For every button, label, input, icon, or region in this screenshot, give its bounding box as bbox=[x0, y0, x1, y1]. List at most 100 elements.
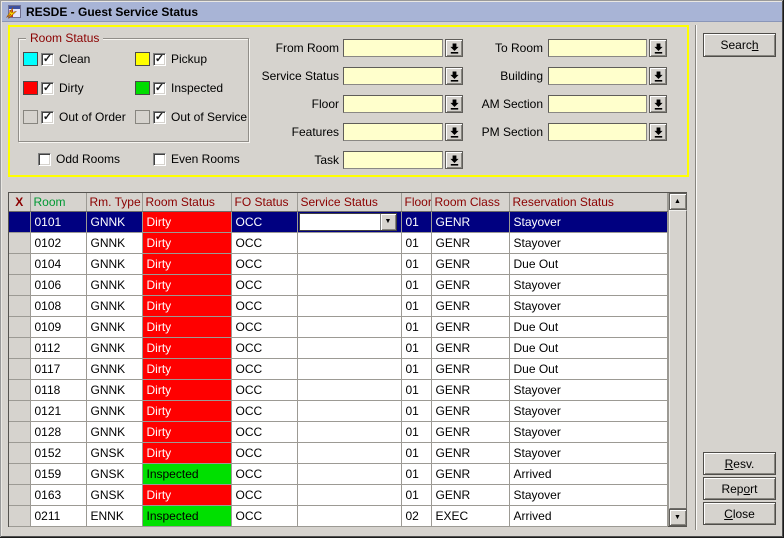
cell-room[interactable]: 0163 bbox=[30, 484, 86, 505]
cell-service-status[interactable] bbox=[297, 484, 401, 505]
cell-floor[interactable]: 01 bbox=[401, 358, 431, 379]
cell-fo-status[interactable]: OCC bbox=[231, 463, 297, 484]
cell-x[interactable] bbox=[9, 295, 30, 316]
pickup-checkbox[interactable]: ✓ bbox=[153, 53, 166, 66]
table-row[interactable]: 0211ENNKInspectedOCC02EXECArrived bbox=[9, 505, 667, 526]
cell-room-status[interactable]: Dirty bbox=[142, 358, 231, 379]
cell-room-class[interactable]: GENR bbox=[431, 463, 509, 484]
cell-room-status[interactable]: Dirty bbox=[142, 421, 231, 442]
table-row[interactable]: 0104GNNKDirtyOCC01GENRDue Out bbox=[9, 253, 667, 274]
cell-x[interactable] bbox=[9, 337, 30, 358]
cell-room-status[interactable]: Dirty bbox=[142, 211, 231, 232]
cell-reservation-status[interactable]: Stayover bbox=[509, 274, 667, 295]
cell-service-status[interactable] bbox=[297, 253, 401, 274]
cell-floor[interactable]: 01 bbox=[401, 400, 431, 421]
table-row[interactable]: 0163GNSKDirtyOCC01GENRStayover bbox=[9, 484, 667, 505]
odd-rooms-checkbox[interactable]: ✓ bbox=[38, 153, 51, 166]
cell-x[interactable] bbox=[9, 505, 30, 526]
am-section-input[interactable] bbox=[548, 95, 647, 113]
cell-fo-status[interactable]: OCC bbox=[231, 337, 297, 358]
cell-floor[interactable]: 01 bbox=[401, 463, 431, 484]
cell-service-status[interactable] bbox=[297, 232, 401, 253]
clean-checkbox[interactable]: ✓ bbox=[41, 53, 54, 66]
cell-reservation-status[interactable]: Stayover bbox=[509, 400, 667, 421]
out-of-order-checkbox[interactable]: ✓ bbox=[41, 111, 54, 124]
cell-room-status[interactable]: Dirty bbox=[142, 253, 231, 274]
cell-rm-type[interactable]: ENNK bbox=[86, 505, 142, 526]
table-row[interactable]: 0101GNNKDirtyOCC▼01GENRStayover bbox=[9, 211, 667, 232]
cell-room[interactable]: 0109 bbox=[30, 316, 86, 337]
cell-fo-status[interactable]: OCC bbox=[231, 211, 297, 232]
scroll-down-icon[interactable]: ▼ bbox=[669, 509, 687, 526]
cell-fo-status[interactable]: OCC bbox=[231, 295, 297, 316]
cell-room-status[interactable]: Dirty bbox=[142, 379, 231, 400]
cell-room-class[interactable]: GENR bbox=[431, 442, 509, 463]
cell-rm-type[interactable]: GNNK bbox=[86, 274, 142, 295]
table-row[interactable]: 0102GNNKDirtyOCC01GENRStayover bbox=[9, 232, 667, 253]
cell-x[interactable] bbox=[9, 421, 30, 442]
cell-room[interactable]: 0121 bbox=[30, 400, 86, 421]
cell-room-status[interactable]: Dirty bbox=[142, 484, 231, 505]
table-row[interactable]: 0106GNNKDirtyOCC01GENRStayover bbox=[9, 274, 667, 295]
cell-room-class[interactable]: GENR bbox=[431, 253, 509, 274]
cell-fo-status[interactable]: OCC bbox=[231, 358, 297, 379]
cell-fo-status[interactable]: OCC bbox=[231, 421, 297, 442]
cell-floor[interactable]: 01 bbox=[401, 211, 431, 232]
cell-room-status[interactable]: Dirty bbox=[142, 337, 231, 358]
cell-room-class[interactable]: GENR bbox=[431, 358, 509, 379]
cell-room[interactable]: 0106 bbox=[30, 274, 86, 295]
cell-x[interactable] bbox=[9, 253, 30, 274]
cell-room-status[interactable]: Dirty bbox=[142, 274, 231, 295]
cell-rm-type[interactable]: GNNK bbox=[86, 295, 142, 316]
cell-reservation-status[interactable]: Due Out bbox=[509, 337, 667, 358]
cell-fo-status[interactable]: OCC bbox=[231, 232, 297, 253]
cell-room-status[interactable]: Inspected bbox=[142, 505, 231, 526]
cell-reservation-status[interactable]: Due Out bbox=[509, 253, 667, 274]
even-rooms-checkbox[interactable]: ✓ bbox=[153, 153, 166, 166]
cell-rm-type[interactable]: GNNK bbox=[86, 379, 142, 400]
floor-input[interactable] bbox=[343, 95, 443, 113]
cell-floor[interactable]: 01 bbox=[401, 442, 431, 463]
task-input[interactable] bbox=[343, 151, 443, 169]
from-room-input[interactable] bbox=[343, 39, 443, 57]
cell-x[interactable] bbox=[9, 274, 30, 295]
cell-rm-type[interactable]: GNNK bbox=[86, 211, 142, 232]
cell-fo-status[interactable]: OCC bbox=[231, 505, 297, 526]
cell-reservation-status[interactable]: Stayover bbox=[509, 379, 667, 400]
table-row[interactable]: 0121GNNKDirtyOCC01GENRStayover bbox=[9, 400, 667, 421]
cell-floor[interactable]: 01 bbox=[401, 379, 431, 400]
cell-room-class[interactable]: EXEC bbox=[431, 505, 509, 526]
cell-service-status[interactable] bbox=[297, 358, 401, 379]
cell-service-status[interactable] bbox=[297, 295, 401, 316]
task-lov-button[interactable] bbox=[445, 151, 463, 169]
cell-rm-type[interactable]: GNNK bbox=[86, 358, 142, 379]
dirty-checkbox[interactable]: ✓ bbox=[41, 82, 54, 95]
table-scrollbar[interactable]: ▲ ▼ bbox=[668, 193, 687, 526]
scrollbar-thumb[interactable] bbox=[669, 210, 687, 509]
am-section-lov-button[interactable] bbox=[649, 95, 667, 113]
cell-room[interactable]: 0108 bbox=[30, 295, 86, 316]
cell-room-class[interactable]: GENR bbox=[431, 484, 509, 505]
cell-rm-type[interactable]: GNNK bbox=[86, 232, 142, 253]
search-button[interactable]: Search bbox=[703, 33, 776, 57]
table-row[interactable]: 0117GNNKDirtyOCC01GENRDue Out bbox=[9, 358, 667, 379]
cell-room[interactable]: 0101 bbox=[30, 211, 86, 232]
table-row[interactable]: 0128GNNKDirtyOCC01GENRStayover bbox=[9, 421, 667, 442]
building-lov-button[interactable] bbox=[649, 67, 667, 85]
table-row[interactable]: 0159GNSKInspectedOCC01GENRArrived bbox=[9, 463, 667, 484]
cell-x[interactable] bbox=[9, 484, 30, 505]
cell-rm-type[interactable]: GNSK bbox=[86, 463, 142, 484]
cell-x[interactable] bbox=[9, 211, 30, 232]
cell-fo-status[interactable]: OCC bbox=[231, 316, 297, 337]
cell-reservation-status[interactable]: Arrived bbox=[509, 505, 667, 526]
cell-service-status[interactable] bbox=[297, 337, 401, 358]
cell-room[interactable]: 0152 bbox=[30, 442, 86, 463]
cell-room-class[interactable]: GENR bbox=[431, 421, 509, 442]
features-input[interactable] bbox=[343, 123, 443, 141]
scroll-up-icon[interactable]: ▲ bbox=[669, 193, 687, 210]
cell-fo-status[interactable]: OCC bbox=[231, 274, 297, 295]
cell-room[interactable]: 0211 bbox=[30, 505, 86, 526]
cell-room[interactable]: 0159 bbox=[30, 463, 86, 484]
table-row[interactable]: 0108GNNKDirtyOCC01GENRStayover bbox=[9, 295, 667, 316]
cell-room-class[interactable]: GENR bbox=[431, 379, 509, 400]
